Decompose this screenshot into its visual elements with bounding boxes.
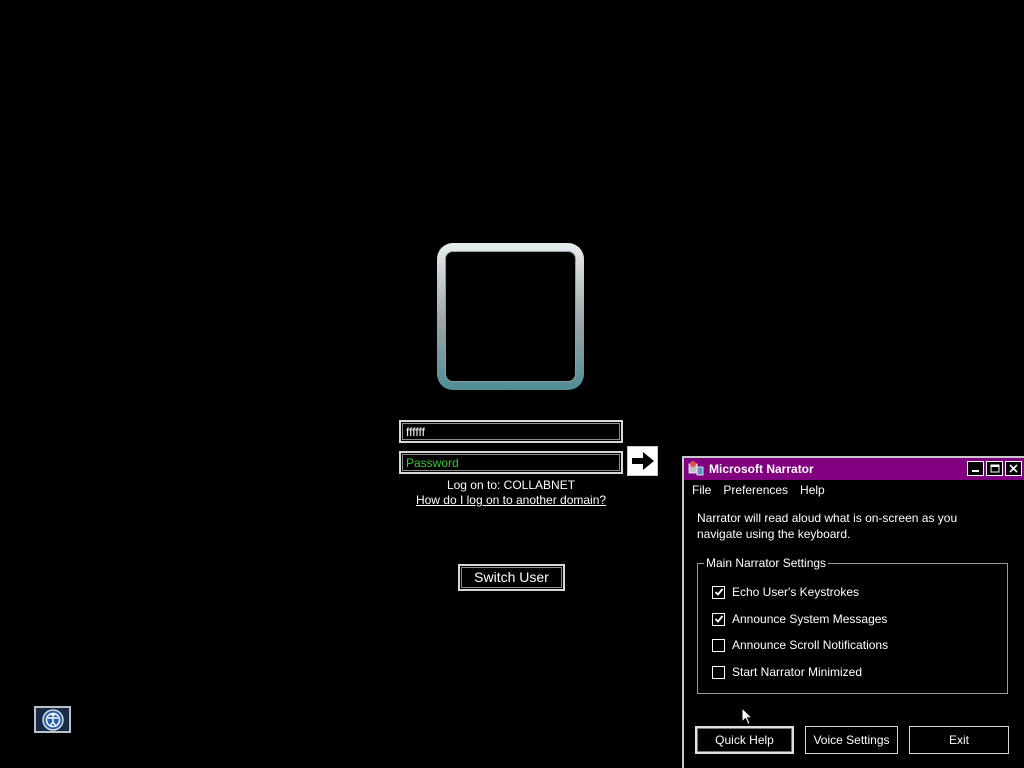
- maximize-icon: [990, 464, 999, 473]
- checkbox[interactable]: [712, 585, 725, 599]
- option-start-minimized[interactable]: Start Narrator Minimized: [712, 664, 862, 680]
- checkbox[interactable]: [712, 638, 725, 652]
- option-echo-keystrokes[interactable]: Echo User's Keystrokes: [712, 584, 859, 600]
- minimize-icon: [972, 470, 979, 472]
- option-label: Start Narrator Minimized: [732, 665, 863, 679]
- option-label: Announce Scroll Notifications: [732, 638, 889, 652]
- close-button[interactable]: [1005, 461, 1022, 476]
- exit-button[interactable]: Exit: [909, 726, 1009, 754]
- close-icon: [1009, 464, 1018, 473]
- checkmark-icon: [714, 615, 723, 623]
- narrator-title-bar[interactable]: Microsoft Narrator: [684, 458, 1024, 480]
- option-announce-scroll[interactable]: Announce Scroll Notifications: [712, 637, 888, 653]
- narrator-window: Microsoft Narrator File Preferences Help…: [682, 456, 1024, 768]
- other-domain-link[interactable]: How do I log on to another domain?: [380, 493, 642, 507]
- user-avatar: [445, 251, 576, 382]
- arrow-right-icon: [631, 452, 654, 470]
- quick-help-button[interactable]: Quick Help: [695, 726, 794, 754]
- user-avatar-frame: [437, 243, 584, 390]
- checkbox[interactable]: [712, 612, 725, 626]
- ease-of-access-button[interactable]: [34, 706, 71, 733]
- menu-preferences[interactable]: Preferences: [715, 482, 792, 500]
- group-title: Main Narrator Settings: [704, 556, 829, 570]
- maximize-button[interactable]: [986, 461, 1003, 476]
- option-label: Announce System Messages: [732, 612, 888, 626]
- ease-of-access-icon: [41, 708, 64, 731]
- menu-file[interactable]: File: [684, 482, 715, 500]
- narrator-menu-bar: File Preferences Help: [684, 482, 829, 500]
- submit-arrow-button[interactable]: [627, 446, 658, 476]
- menu-help[interactable]: Help: [792, 482, 829, 500]
- minimize-button[interactable]: [967, 461, 984, 476]
- checkbox[interactable]: [712, 665, 725, 679]
- mouse-cursor-icon: [741, 707, 753, 726]
- password-field[interactable]: [399, 451, 623, 474]
- voice-settings-button[interactable]: Voice Settings: [805, 726, 898, 754]
- username-field[interactable]: [399, 420, 623, 443]
- narrator-description: Narrator will read aloud what is on-scre…: [697, 511, 958, 541]
- logon-domain-text: Log on to: COLLABNET: [446, 478, 576, 492]
- option-announce-system-messages[interactable]: Announce System Messages: [712, 611, 887, 627]
- switch-user-button[interactable]: Switch User: [458, 564, 565, 591]
- main-settings-group: Main Narrator Settings Echo User's Keyst…: [697, 556, 1008, 694]
- narrator-app-icon: [688, 461, 704, 476]
- option-label: Echo User's Keystrokes: [732, 585, 860, 599]
- checkmark-icon: [714, 588, 723, 596]
- narrator-title: Microsoft Narrator: [709, 462, 814, 476]
